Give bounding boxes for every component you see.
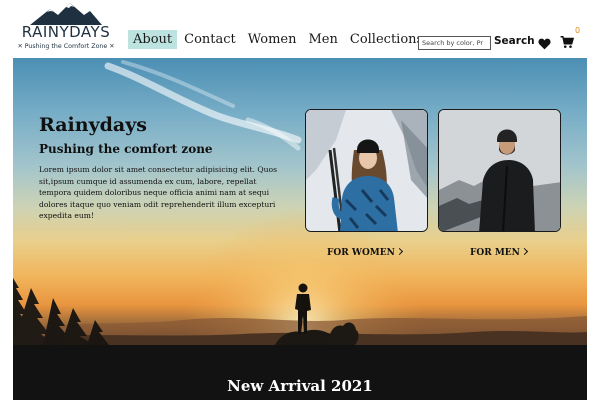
cart-count-badge: 0: [575, 26, 581, 35]
hero-banner: Rainydays Pushing the comfort zone Lorem…: [13, 58, 587, 345]
hero-description: Lorem ipsum dolor sit amet consectetur a…: [39, 165, 277, 221]
new-arrival-section: New Arrival 2021: [13, 345, 587, 400]
site-logo[interactable]: RAINYDAYS ✕ Pushing the Comfort Zone ✕: [16, 3, 116, 53]
site-header: RAINYDAYS ✕ Pushing the Comfort Zone ✕ A…: [0, 0, 600, 58]
nav-item-men[interactable]: Men: [303, 30, 342, 49]
for-women-link[interactable]: FOR WOMEN: [327, 247, 403, 258]
brand-tagline: ✕ Pushing the Comfort Zone ✕: [17, 43, 115, 50]
women-product-card[interactable]: [305, 109, 428, 232]
chevron-right-icon: [520, 247, 528, 256]
search-input[interactable]: [418, 36, 491, 50]
chevron-right-icon: [395, 247, 403, 256]
nav-item-women[interactable]: Women: [243, 30, 302, 49]
mountain-logo-icon: [30, 3, 102, 25]
section-title: New Arrival 2021: [227, 377, 373, 395]
nav-item-about[interactable]: About: [128, 30, 178, 49]
woman-skier-photo: [306, 110, 427, 231]
hero-title: Rainydays: [39, 114, 147, 136]
brand-name: RAINYDAYS: [21, 23, 111, 41]
heart-icon[interactable]: [538, 35, 551, 54]
search-button[interactable]: Search: [494, 35, 535, 47]
hero-subtitle: Pushing the comfort zone: [39, 142, 213, 156]
for-men-link[interactable]: FOR MEN: [470, 247, 528, 258]
main-nav: About Contact Women Men Collections: [128, 30, 430, 49]
for-women-link-label: FOR WOMEN: [327, 248, 395, 258]
men-product-card[interactable]: [438, 109, 561, 232]
nav-item-contact[interactable]: Contact: [179, 30, 241, 49]
man-hiker-photo: [439, 110, 560, 231]
for-men-link-label: FOR MEN: [470, 248, 520, 258]
nav-item-collections[interactable]: Collections: [345, 30, 428, 49]
cart-icon[interactable]: [560, 34, 575, 53]
